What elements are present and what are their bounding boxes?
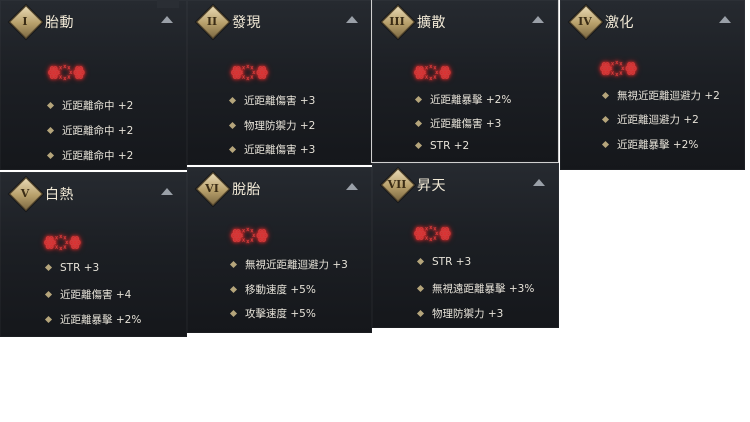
- panel-title: 白熱: [45, 187, 74, 203]
- rune-glyph: ꙮ ꙰ ꙮ: [414, 226, 453, 241]
- bullet-icon: [416, 284, 425, 292]
- rank-panel-1: I 胎動 ꙮ ꙰ ꙮ 近距離命中 +2 近距離命中 +2 近距離命中 +2: [0, 0, 187, 170]
- bullet-icon: [601, 140, 610, 148]
- rank-panel-7: VII 昇天 ꙮ ꙰ ꙮ STR +3 無視遠距離暴擊 +3% 物理防禦力 +3: [372, 163, 559, 328]
- stat-line: STR +2: [414, 140, 469, 156]
- panel-title: 胎動: [45, 15, 74, 31]
- rank-badge-icon: III: [381, 5, 415, 39]
- stat-line: STR +3: [416, 256, 471, 272]
- collapse-chevron-icon[interactable]: [533, 179, 545, 186]
- stat-line: 近距離暴擊 +2%: [44, 312, 141, 328]
- bullet-icon: [416, 309, 425, 317]
- rune-glyph: ꙮ ꙰ ꙮ: [231, 65, 270, 80]
- stat-line: 近距離暴擊 +2%: [414, 92, 511, 108]
- stat-line: 無視遠距離暴擊 +3%: [416, 281, 534, 297]
- stat-line: 近距離命中 +2: [46, 148, 133, 164]
- stat-line: 近距離傷害 +3: [228, 93, 315, 109]
- rune-glyph: ꙮ ꙰ ꙮ: [44, 235, 83, 250]
- rank-badge-icon: II: [196, 5, 230, 39]
- bullet-icon: [601, 91, 610, 99]
- bullet-icon: [44, 315, 53, 323]
- bullet-icon: [228, 121, 237, 129]
- stat-line: 物理防禦力 +2: [228, 118, 315, 134]
- stat-line: 移動速度 +5%: [229, 282, 316, 298]
- rune-glyph: ꙮ ꙰ ꙮ: [231, 228, 270, 243]
- bullet-icon: [46, 126, 55, 134]
- stat-line: 近距離傷害 +3: [414, 116, 501, 132]
- stat-line: 無視近距離迴避力 +2: [601, 88, 720, 104]
- stat-line: 近距離命中 +2: [46, 98, 133, 114]
- rank-panel-4: IV 激化 ꙮ ꙰ ꙮ 無視近距離迴避力 +2 近距離迴避力 +2 近距離暴擊 …: [560, 0, 745, 170]
- bullet-icon: [414, 95, 423, 103]
- stat-line: 近距離迴避力 +2: [601, 112, 699, 128]
- rank-panel-5: V 白熱 ꙮ ꙰ ꙮ STR +3 近距離傷害 +4 近距離暴擊 +2%: [0, 172, 187, 337]
- stat-line: 物理防禦力 +3: [416, 306, 503, 322]
- collapse-chevron-icon[interactable]: [346, 183, 358, 190]
- bullet-icon: [46, 151, 55, 159]
- panel-title: 發現: [232, 15, 261, 31]
- bullet-icon: [228, 96, 237, 104]
- collapse-chevron-icon[interactable]: [161, 16, 173, 23]
- rank-badge-icon: IV: [569, 5, 603, 39]
- rank-badge-icon: VI: [196, 172, 230, 206]
- bullet-icon: [229, 309, 238, 317]
- rank-badge-icon: V: [9, 177, 43, 211]
- bullet-icon: [228, 145, 237, 153]
- bullet-icon: [414, 119, 423, 127]
- panel-title: 昇天: [417, 178, 446, 194]
- stat-line: 無視近距離迴避力 +3: [229, 257, 348, 273]
- bullet-icon: [229, 285, 238, 293]
- collapse-chevron-icon[interactable]: [532, 16, 544, 23]
- bullet-icon: [44, 263, 53, 271]
- rank-badge-icon: I: [9, 5, 43, 39]
- collapse-chevron-icon[interactable]: [161, 188, 173, 195]
- stat-line: 近距離命中 +2: [46, 123, 133, 139]
- rune-glyph: ꙮ ꙰ ꙮ: [414, 65, 453, 80]
- stat-line: 近距離傷害 +3: [228, 142, 315, 158]
- bullet-icon: [229, 260, 238, 268]
- stat-line: 攻擊速度 +5%: [229, 306, 316, 322]
- rank-panel-2: II 發現 ꙮ ꙰ ꙮ 近距離傷害 +3 物理防禦力 +2 近距離傷害 +3: [187, 0, 372, 165]
- panel-title: 擴散: [417, 15, 446, 31]
- rune-glyph: ꙮ ꙰ ꙮ: [600, 61, 639, 76]
- collapse-chevron-icon[interactable]: [346, 16, 358, 23]
- rune-glyph: ꙮ ꙰ ꙮ: [48, 65, 87, 80]
- rank-panel-6: VI 脫胎 ꙮ ꙰ ꙮ 無視近距離迴避力 +3 移動速度 +5% 攻擊速度 +5…: [187, 167, 372, 333]
- stat-line: 近距離傷害 +4: [44, 287, 131, 303]
- bullet-icon: [46, 101, 55, 109]
- collapse-chevron-icon[interactable]: [719, 16, 731, 23]
- rank-panel-3: III 擴散 ꙮ ꙰ ꙮ 近距離暴擊 +2% 近距離傷害 +3 STR +2: [371, 0, 559, 163]
- stat-line: STR +3: [44, 262, 99, 278]
- rank-badge-icon: VII: [381, 168, 415, 202]
- stat-line: 近距離暴擊 +2%: [601, 137, 698, 153]
- bullet-icon: [601, 115, 610, 123]
- bullet-icon: [44, 290, 53, 298]
- bullet-icon: [414, 141, 423, 149]
- panel-title: 脫胎: [232, 182, 261, 198]
- panel-title: 激化: [605, 15, 634, 31]
- bullet-icon: [416, 257, 425, 265]
